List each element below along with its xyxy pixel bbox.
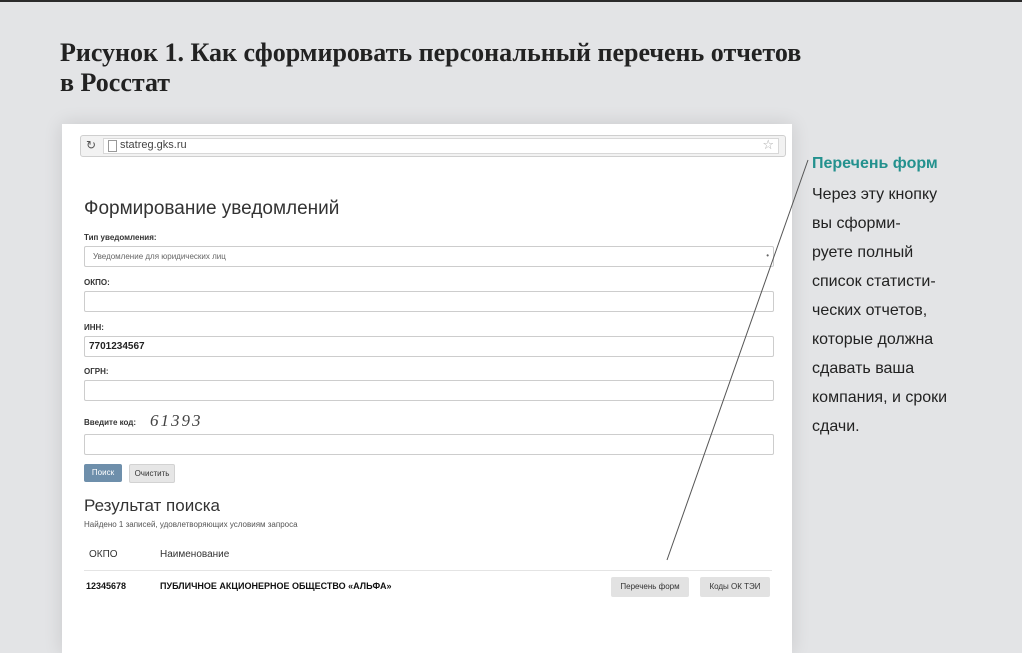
callout-line: руете полный: [812, 244, 914, 261]
callout-line: компания, и сроки: [812, 389, 948, 406]
callout-line: вы сформи-: [812, 215, 901, 232]
callout-pointer: [666, 159, 809, 561]
callout-line: которые должна: [812, 331, 934, 348]
callout-title: Перечень форм: [812, 155, 938, 172]
callout-line: ческих отчетов,: [812, 302, 928, 319]
callout-line: список статисти-: [812, 273, 936, 290]
callout-line: сдавать ваша: [812, 360, 915, 377]
callout-pointer-line: [666, 159, 809, 561]
callout-line: сдачи.: [812, 418, 860, 435]
callout-line: Через эту кнопку: [812, 186, 938, 203]
